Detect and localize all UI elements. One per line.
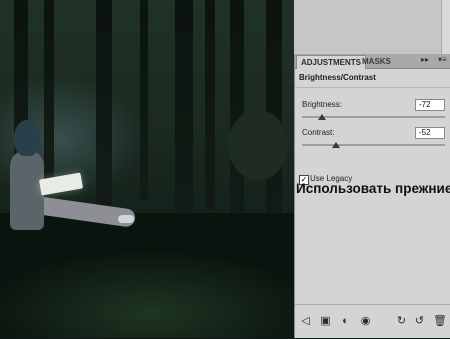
- girl-body: [10, 150, 44, 230]
- panel-bottom-bar: ◁ ▣ ◐ ◉ ↻ ↺ 🗑: [295, 304, 450, 339]
- brightness-label: Brightness:: [302, 100, 343, 109]
- tree-trunk: [96, 0, 112, 230]
- back-arrow-icon[interactable]: ◁: [299, 315, 312, 328]
- panel-dock-background: [294, 0, 450, 54]
- expand-view-icon[interactable]: ▣: [319, 315, 332, 328]
- photo-canvas: [0, 0, 294, 338]
- russian-caption: Использовать прежние: [296, 181, 450, 196]
- panel-collapse-icon[interactable]: ▸▸: [421, 55, 429, 64]
- tab-masks[interactable]: MASKS: [358, 55, 395, 68]
- adjustments-panel: ADJUSTMENTS MASKS ▸▸ ▾≡ Brightness/Contr…: [294, 54, 450, 338]
- clip-layer-icon[interactable]: ◐: [339, 315, 352, 328]
- tree-trunk: [205, 0, 215, 210]
- brightness-slider-thumb[interactable]: [318, 114, 327, 120]
- view-previous-icon[interactable]: ↻: [395, 315, 408, 328]
- forest-floor: [0, 213, 294, 338]
- brightness-input[interactable]: -72: [415, 99, 445, 111]
- panel-menu-icon[interactable]: ▾≡: [438, 55, 447, 64]
- delete-icon[interactable]: 🗑: [433, 315, 447, 328]
- contrast-label: Contrast:: [302, 128, 335, 137]
- tree-trunk: [44, 0, 54, 190]
- tab-adjustments[interactable]: ADJUSTMENTS: [296, 55, 367, 69]
- visibility-eye-icon[interactable]: ◉: [359, 315, 372, 328]
- girl-hair: [14, 120, 40, 156]
- moss-rock: [228, 110, 288, 180]
- tree-trunk: [175, 0, 193, 240]
- tree-trunk: [140, 0, 148, 200]
- divider: [295, 87, 450, 88]
- contrast-input[interactable]: -52: [415, 127, 445, 139]
- panel-dock-edge: [441, 0, 450, 54]
- shoe: [118, 215, 134, 223]
- contrast-slider-thumb[interactable]: [332, 142, 341, 148]
- reset-icon[interactable]: ↺: [413, 315, 426, 328]
- panel-title: Brightness/Contrast: [299, 73, 376, 82]
- panel-tab-bar: ADJUSTMENTS MASKS ▸▸ ▾≡: [295, 54, 450, 69]
- contrast-slider-track[interactable]: [302, 144, 445, 146]
